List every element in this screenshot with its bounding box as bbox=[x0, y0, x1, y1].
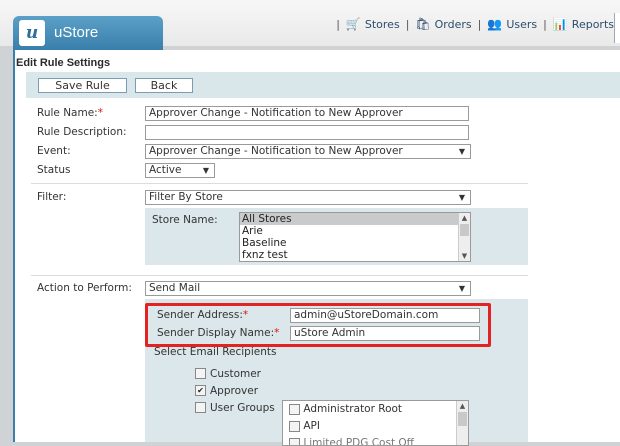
customer-label: Customer bbox=[210, 368, 261, 380]
nav-users[interactable]: 👥Users bbox=[487, 17, 537, 31]
nav-stores[interactable]: 🛒Stores bbox=[346, 17, 400, 31]
status-label: Status bbox=[37, 164, 70, 176]
user-groups-listbox[interactable]: Administrator Root API Limited PDG Cost … bbox=[282, 400, 469, 446]
divider bbox=[31, 275, 528, 276]
app-name: uStore bbox=[54, 24, 98, 41]
filter-select[interactable]: Filter By Store▼ bbox=[145, 190, 471, 205]
app-logo-tab[interactable]: u uStore bbox=[13, 16, 163, 50]
chevron-down-icon: ▼ bbox=[459, 145, 465, 158]
list-item[interactable]: Arie bbox=[240, 225, 470, 237]
list-item[interactable]: API bbox=[283, 418, 468, 435]
rule-description-input[interactable] bbox=[145, 125, 469, 140]
rule-name-input[interactable]: Approver Change - Notification to New Ap… bbox=[145, 106, 469, 121]
store-listbox[interactable]: All Stores Arie Baseline fxnz test ▲▼ bbox=[239, 212, 471, 262]
scroll-thumb[interactable] bbox=[460, 224, 469, 236]
group-checkbox[interactable] bbox=[289, 421, 300, 432]
page-title: Edit Rule Settings bbox=[16, 57, 110, 69]
top-bar: u uStore | 🛒Stores | 🛍Orders | 👥Users | … bbox=[0, 0, 620, 46]
ustore-logo-icon: u bbox=[19, 20, 45, 46]
approver-checkbox[interactable]: ✔ bbox=[195, 385, 206, 396]
customer-checkbox[interactable] bbox=[195, 368, 206, 379]
rule-name-label: Rule Name:* bbox=[37, 107, 103, 119]
scroll-down-icon[interactable]: ▼ bbox=[459, 251, 470, 261]
user-groups-checkbox[interactable] bbox=[195, 402, 206, 413]
event-select[interactable]: Approver Change - Notification to New Ap… bbox=[145, 144, 471, 159]
divider bbox=[31, 183, 528, 184]
scrollbar[interactable]: ▲ bbox=[456, 401, 468, 445]
event-label: Event: bbox=[37, 145, 71, 157]
main-nav: | 🛒Stores | 🛍Orders | 👥Users | 📊Reports bbox=[330, 17, 614, 31]
chevron-down-icon: ▼ bbox=[459, 282, 465, 295]
nav-edge-tab bbox=[614, 13, 620, 43]
email-recipients-label: Select Email Recipients bbox=[154, 346, 276, 358]
list-item[interactable]: Baseline bbox=[240, 237, 470, 249]
filter-label: Filter: bbox=[37, 191, 66, 203]
scroll-up-icon[interactable]: ▲ bbox=[459, 213, 470, 223]
chevron-down-icon: ▼ bbox=[459, 191, 465, 204]
scrollbar[interactable]: ▲▼ bbox=[458, 213, 470, 261]
list-item[interactable]: All Stores bbox=[240, 213, 470, 225]
status-select[interactable]: Active▼ bbox=[145, 163, 215, 178]
highlight-box bbox=[145, 303, 491, 347]
nav-reports[interactable]: 📊Reports bbox=[553, 17, 614, 31]
rule-description-label: Rule Description: bbox=[37, 126, 127, 138]
orders-icon: 🛍 bbox=[415, 17, 430, 31]
store-name-label: Store Name: bbox=[152, 214, 218, 226]
chevron-down-icon: ▼ bbox=[203, 164, 209, 177]
list-item[interactable]: fxnz test bbox=[240, 249, 470, 261]
action-select[interactable]: Send Mail▼ bbox=[145, 281, 471, 296]
back-button[interactable]: Back bbox=[135, 78, 193, 93]
user-groups-label: User Groups bbox=[210, 402, 275, 414]
scroll-up-icon[interactable]: ▲ bbox=[457, 401, 468, 411]
action-label: Action to Perform: bbox=[37, 282, 132, 294]
cart-icon: 🛒 bbox=[346, 17, 361, 31]
approver-label: Approver bbox=[210, 385, 258, 397]
nav-orders[interactable]: 🛍Orders bbox=[415, 17, 471, 31]
reports-icon: 📊 bbox=[553, 17, 568, 31]
scroll-thumb[interactable] bbox=[458, 412, 467, 426]
users-icon: 👥 bbox=[487, 17, 502, 31]
list-item[interactable]: Limited PDG Cost Off bbox=[283, 435, 468, 446]
save-rule-button[interactable]: Save Rule bbox=[38, 78, 127, 93]
list-item[interactable]: Administrator Root bbox=[283, 401, 468, 418]
group-checkbox[interactable] bbox=[289, 404, 300, 415]
